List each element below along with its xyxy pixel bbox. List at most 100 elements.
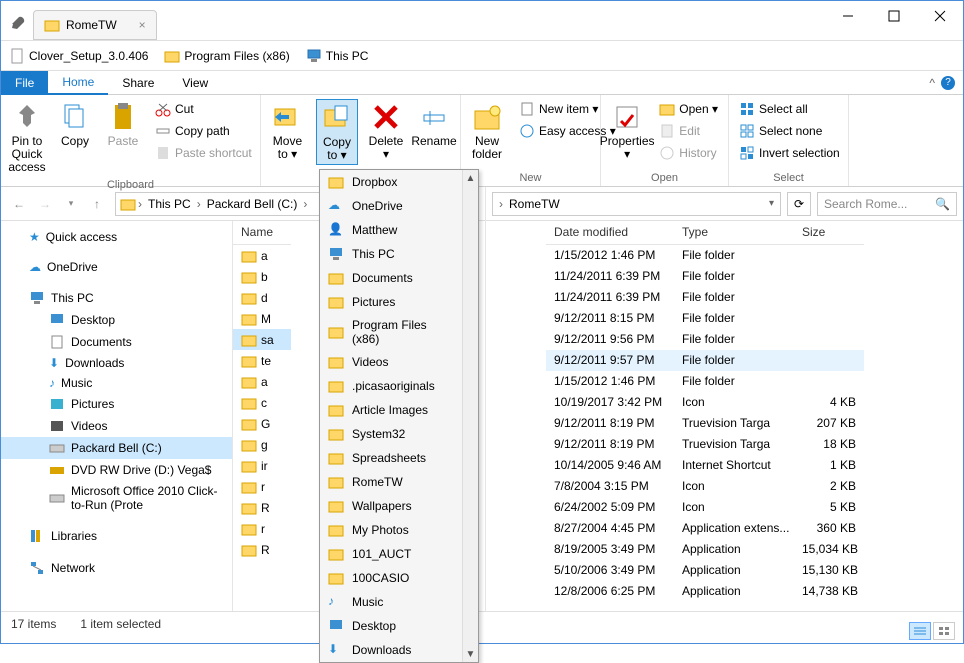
table-cell[interactable]: 10/19/2017 3:42 PM [546, 392, 674, 413]
file-tab[interactable]: File [1, 71, 48, 95]
table-cell[interactable]: Icon [674, 392, 794, 413]
table-cell[interactable]: Application extens... [674, 518, 794, 539]
new-folder-button[interactable]: New folder [467, 99, 507, 163]
list-item[interactable]: r [233, 518, 291, 539]
edit-button[interactable]: Edit [655, 121, 722, 141]
table-cell[interactable]: File folder [674, 308, 794, 329]
table-cell[interactable]: Internet Shortcut [674, 455, 794, 476]
thumbnails-view-button[interactable] [933, 622, 955, 640]
copy-path-button[interactable]: Copy path [151, 121, 256, 141]
dropdown-item[interactable]: My Photos [320, 518, 462, 542]
list-item[interactable]: R [233, 539, 291, 560]
dropdown-item[interactable]: Wallpapers [320, 494, 462, 518]
table-cell[interactable]: 9/12/2011 8:19 PM [546, 434, 674, 455]
move-to-button[interactable]: Move to ▾ [267, 99, 308, 163]
dropdown-item[interactable]: 101_AUCT [320, 542, 462, 566]
maximize-button[interactable] [871, 1, 917, 31]
table-cell[interactable] [794, 266, 864, 287]
tree-onedrive[interactable]: ☁OneDrive [1, 257, 232, 277]
dropdown-item[interactable]: Program Files (x86) [320, 314, 462, 350]
tree-downloads[interactable]: ⬇Downloads [1, 353, 232, 373]
date-header[interactable]: Date modified [546, 221, 674, 245]
back-button[interactable]: ← [7, 192, 31, 216]
table-cell[interactable]: 1/15/2012 1:46 PM [546, 245, 674, 266]
tree-drive-c[interactable]: Packard Bell (C:) [1, 437, 232, 459]
list-item[interactable]: R [233, 497, 291, 518]
tree-network[interactable]: Network [1, 557, 232, 579]
select-none-button[interactable]: Select none [735, 121, 844, 141]
tree-office[interactable]: Microsoft Office 2010 Click-to-Run (Prot… [1, 481, 232, 515]
table-cell[interactable]: File folder [674, 371, 794, 392]
table-cell[interactable]: 9/12/2011 8:19 PM [546, 413, 674, 434]
table-cell[interactable]: Truevision Targa [674, 434, 794, 455]
view-tab[interactable]: View [168, 71, 222, 95]
table-cell[interactable]: Application [674, 539, 794, 560]
table-cell[interactable]: 207 KB [794, 413, 864, 434]
home-tab[interactable]: Home [48, 71, 108, 95]
table-cell[interactable]: 15,130 KB [794, 560, 864, 581]
paste-shortcut-button[interactable]: Paste shortcut [151, 143, 256, 163]
copy-button[interactable]: Copy [55, 99, 95, 150]
crumb-drive[interactable]: Packard Bell (C:) [203, 197, 302, 211]
list-item[interactable]: b [233, 266, 291, 287]
close-tab-icon[interactable]: × [139, 18, 146, 32]
table-cell[interactable] [794, 371, 864, 392]
list-item[interactable]: M [233, 308, 291, 329]
bookmark-programfiles[interactable]: Program Files (x86) [164, 48, 289, 64]
dropdown-item[interactable]: ⬇Downloads [320, 638, 462, 662]
recent-dropdown[interactable]: ▾ [59, 192, 83, 216]
copy-to-button[interactable]: Copy to ▾ [316, 99, 358, 165]
table-cell[interactable] [794, 245, 864, 266]
list-item[interactable]: ir [233, 455, 291, 476]
history-button[interactable]: History [655, 143, 722, 163]
table-cell[interactable] [794, 287, 864, 308]
table-cell[interactable]: Icon [674, 497, 794, 518]
table-cell[interactable]: 15,034 KB [794, 539, 864, 560]
table-cell[interactable]: 5 KB [794, 497, 864, 518]
table-cell[interactable]: File folder [674, 245, 794, 266]
table-cell[interactable]: 11/24/2011 6:39 PM [546, 287, 674, 308]
table-cell[interactable]: File folder [674, 287, 794, 308]
table-cell[interactable]: 1 KB [794, 455, 864, 476]
table-cell[interactable]: 360 KB [794, 518, 864, 539]
bookmark-clover[interactable]: Clover_Setup_3.0.406 [9, 48, 148, 64]
table-cell[interactable]: Application [674, 560, 794, 581]
list-item[interactable]: g [233, 434, 291, 455]
table-cell[interactable]: Truevision Targa [674, 413, 794, 434]
table-cell[interactable]: 11/24/2011 6:39 PM [546, 266, 674, 287]
tree-videos[interactable]: Videos [1, 415, 232, 437]
list-item[interactable]: a [233, 245, 291, 266]
dropdown-item[interactable]: Article Images [320, 398, 462, 422]
dropdown-item[interactable]: 100CASIO [320, 566, 462, 590]
name-header[interactable]: Name [233, 221, 291, 245]
delete-button[interactable]: Delete ▾ [366, 99, 406, 163]
tree-music[interactable]: ♪Music [1, 373, 232, 393]
table-cell[interactable]: 10/14/2005 9:46 AM [546, 455, 674, 476]
list-item[interactable]: r [233, 476, 291, 497]
table-cell[interactable]: Icon [674, 476, 794, 497]
table-cell[interactable]: 8/27/2004 4:45 PM [546, 518, 674, 539]
table-cell[interactable]: 1/15/2012 1:46 PM [546, 371, 674, 392]
table-cell[interactable] [794, 308, 864, 329]
list-item[interactable]: sa [233, 329, 291, 350]
table-cell[interactable]: 7/8/2004 3:15 PM [546, 476, 674, 497]
minimize-button[interactable] [825, 1, 871, 31]
table-cell[interactable]: 6/24/2002 5:09 PM [546, 497, 674, 518]
tree-thispc[interactable]: This PC [1, 287, 232, 309]
bookmark-thispc[interactable]: This PC [306, 48, 369, 64]
table-cell[interactable]: 4 KB [794, 392, 864, 413]
dropdown-item[interactable]: This PC [320, 242, 462, 266]
tree-drive-d[interactable]: DVD RW Drive (D:) Vega$ [1, 459, 232, 481]
dropdown-item[interactable]: Spreadsheets [320, 446, 462, 470]
table-cell[interactable]: 12/8/2006 6:25 PM [546, 581, 674, 602]
table-cell[interactable]: 14,738 KB [794, 581, 864, 602]
dropdown-scrollbar[interactable]: ▲ ▼ [462, 170, 478, 662]
type-header[interactable]: Type [674, 221, 794, 245]
chevron-up-icon[interactable]: ^ [929, 76, 935, 90]
browser-tab[interactable]: RomeTW × [33, 10, 157, 40]
table-cell[interactable]: 9/12/2011 9:56 PM [546, 329, 674, 350]
table-cell[interactable]: 2 KB [794, 476, 864, 497]
right-breadcrumb[interactable]: › RomeTW ▾ [492, 192, 781, 216]
paste-button[interactable]: Paste [103, 99, 143, 150]
table-cell[interactable]: 8/19/2005 3:49 PM [546, 539, 674, 560]
